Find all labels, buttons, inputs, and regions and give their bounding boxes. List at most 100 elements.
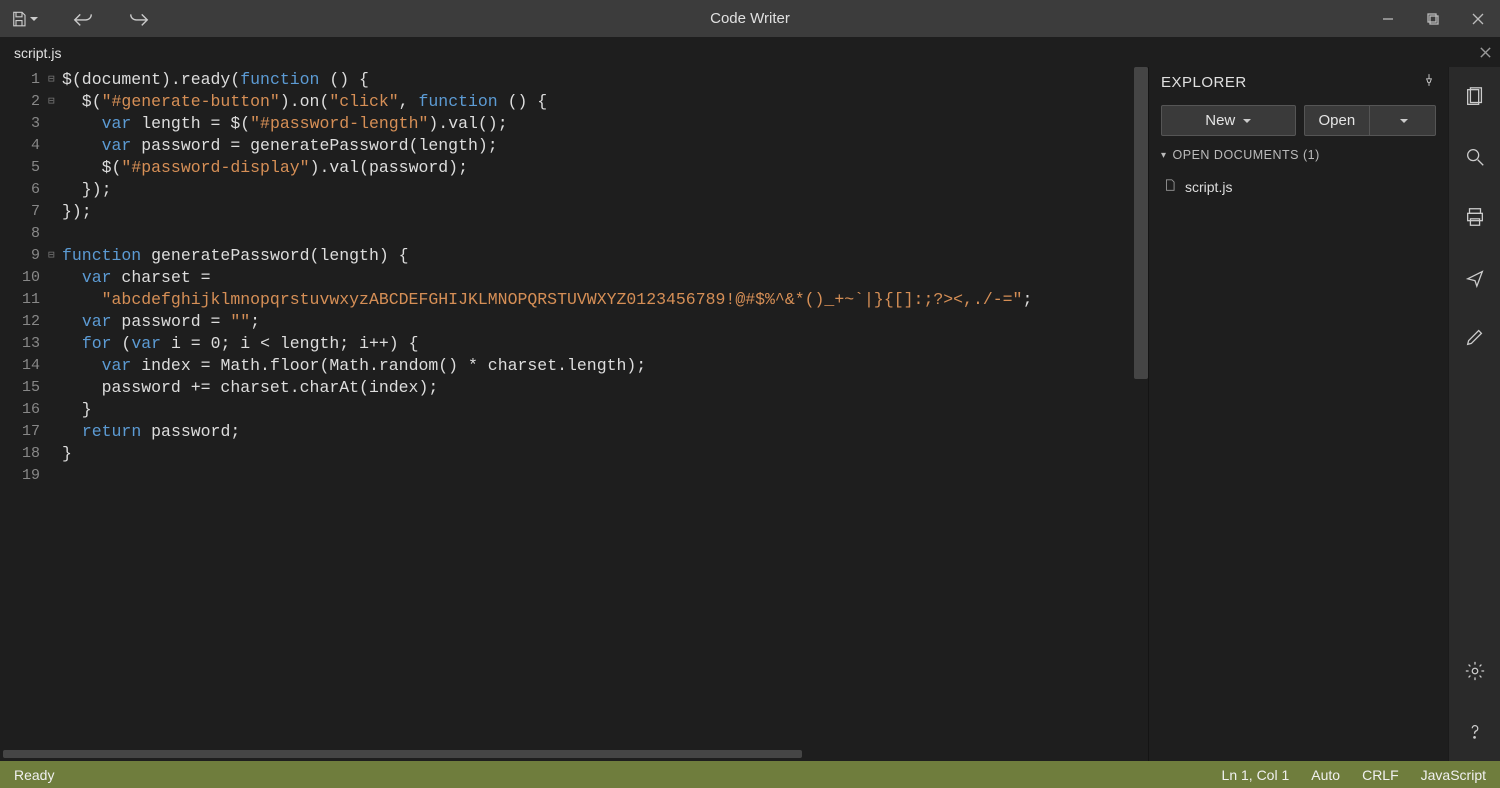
code-line[interactable]: $("#generate-button").on("click", functi…: [62, 91, 1032, 113]
fold-marker: [48, 113, 62, 135]
fold-marker[interactable]: ⊟: [48, 245, 62, 267]
code-line[interactable]: var charset =: [62, 267, 1032, 289]
fold-marker: [48, 465, 62, 487]
code-line[interactable]: var password = generatePassword(length);: [62, 135, 1032, 157]
fold-marker: [48, 443, 62, 465]
code-line[interactable]: [62, 223, 1032, 245]
code-line[interactable]: for (var i = 0; i < length; i++) {: [62, 333, 1032, 355]
code-line[interactable]: var length = $("#password-length").val()…: [62, 113, 1032, 135]
open-documents-label: OPEN DOCUMENTS (1): [1173, 148, 1320, 162]
line-number-gutter: 12345678910111213141516171819: [0, 69, 48, 487]
line-number: 3: [0, 113, 40, 135]
line-number: 13: [0, 333, 40, 355]
horizontal-scrollbar[interactable]: [0, 747, 1148, 761]
open-button[interactable]: Open: [1304, 105, 1371, 136]
redo-button[interactable]: [128, 8, 150, 30]
code-line[interactable]: [62, 465, 1032, 487]
fold-marker: [48, 157, 62, 179]
explorer-title: EXPLORER: [1161, 74, 1247, 91]
line-number: 15: [0, 377, 40, 399]
titlebar: Code Writer: [0, 0, 1500, 37]
fold-marker[interactable]: ⊟: [48, 91, 62, 113]
horizontal-scrollbar-thumb[interactable]: [3, 750, 802, 758]
code-line[interactable]: password += charset.charAt(index);: [62, 377, 1032, 399]
line-number: 2: [0, 91, 40, 113]
code-line[interactable]: $("#password-display").val(password);: [62, 157, 1032, 179]
code-line[interactable]: function generatePassword(length) {: [62, 245, 1032, 267]
line-number: 10: [0, 267, 40, 289]
fold-marker: [48, 399, 62, 421]
code-line[interactable]: }: [62, 443, 1032, 465]
app-title: Code Writer: [710, 10, 790, 27]
line-number: 17: [0, 421, 40, 443]
status-line-ending[interactable]: CRLF: [1362, 767, 1399, 783]
fold-marker: [48, 333, 62, 355]
explorer-panel: EXPLORER New Open ▾: [1148, 67, 1448, 761]
line-number: 7: [0, 201, 40, 223]
fold-marker: [48, 135, 62, 157]
pin-button[interactable]: [1422, 73, 1436, 91]
line-number: 14: [0, 355, 40, 377]
settings-icon[interactable]: [1464, 651, 1486, 691]
tab-filename: script.js: [14, 45, 61, 61]
document-icon: [1163, 178, 1177, 195]
collapse-triangle-icon: ▾: [1161, 150, 1167, 161]
code-line[interactable]: "abcdefghijklmnopqrstuvwxyzABCDEFGHIJKLM…: [62, 289, 1032, 311]
status-encoding[interactable]: Auto: [1311, 767, 1340, 783]
fold-marker: [48, 289, 62, 311]
vertical-scrollbar-thumb[interactable]: [1134, 67, 1148, 379]
share-icon[interactable]: [1449, 257, 1500, 297]
print-icon[interactable]: [1449, 197, 1500, 237]
line-number: 9: [0, 245, 40, 267]
line-number: 18: [0, 443, 40, 465]
line-number: 11: [0, 289, 40, 311]
fold-marker: [48, 201, 62, 223]
code-line[interactable]: var index = Math.floor(Math.random() * c…: [62, 355, 1032, 377]
fold-marker: [48, 179, 62, 201]
line-number: 8: [0, 223, 40, 245]
tab-scriptjs[interactable]: script.js: [0, 37, 75, 67]
close-window-button[interactable]: [1455, 0, 1500, 37]
help-icon[interactable]: [1464, 711, 1486, 751]
open-button-label: Open: [1319, 112, 1356, 129]
code-line[interactable]: $(document).ready(function () {: [62, 69, 1032, 91]
code-area[interactable]: $(document).ready(function () { $("#gene…: [62, 69, 1032, 487]
edit-icon[interactable]: [1449, 317, 1500, 357]
line-number: 12: [0, 311, 40, 333]
minimize-button[interactable]: [1365, 0, 1410, 37]
fold-marker: [48, 377, 62, 399]
fold-marker: [48, 267, 62, 289]
fold-marker: [48, 355, 62, 377]
save-dropdown-icon: [30, 17, 38, 21]
fold-gutter[interactable]: ⊟⊟⊟: [48, 69, 62, 487]
tabbar: script.js: [0, 37, 1500, 67]
document-name: script.js: [1185, 179, 1232, 195]
line-number: 19: [0, 465, 40, 487]
code-line[interactable]: });: [62, 179, 1032, 201]
fold-marker[interactable]: ⊟: [48, 69, 62, 91]
save-button[interactable]: [10, 10, 38, 28]
new-button[interactable]: New: [1161, 105, 1296, 136]
open-documents-header[interactable]: ▾ OPEN DOCUMENTS (1): [1161, 148, 1436, 162]
status-position[interactable]: Ln 1, Col 1: [1222, 767, 1290, 783]
line-number: 5: [0, 157, 40, 179]
line-number: 16: [0, 399, 40, 421]
code-line[interactable]: var password = "";: [62, 311, 1032, 333]
maximize-button[interactable]: [1410, 0, 1455, 37]
open-dropdown-button[interactable]: [1370, 105, 1436, 136]
chevron-down-icon: [1243, 119, 1251, 123]
tab-close-button[interactable]: [1439, 37, 1500, 67]
line-number: 1: [0, 69, 40, 91]
code-line[interactable]: return password;: [62, 421, 1032, 443]
editor[interactable]: 12345678910111213141516171819 ⊟⊟⊟ $(docu…: [0, 67, 1148, 747]
status-language[interactable]: JavaScript: [1421, 767, 1486, 783]
code-line[interactable]: }: [62, 399, 1032, 421]
code-line[interactable]: });: [62, 201, 1032, 223]
statusbar: Ready Ln 1, Col 1 Auto CRLF JavaScript: [0, 761, 1500, 788]
new-button-label: New: [1205, 112, 1235, 129]
line-number: 6: [0, 179, 40, 201]
undo-button[interactable]: [72, 8, 94, 30]
search-icon[interactable]: [1449, 137, 1500, 177]
document-item[interactable]: script.js: [1161, 174, 1436, 199]
documents-icon[interactable]: [1449, 77, 1500, 117]
